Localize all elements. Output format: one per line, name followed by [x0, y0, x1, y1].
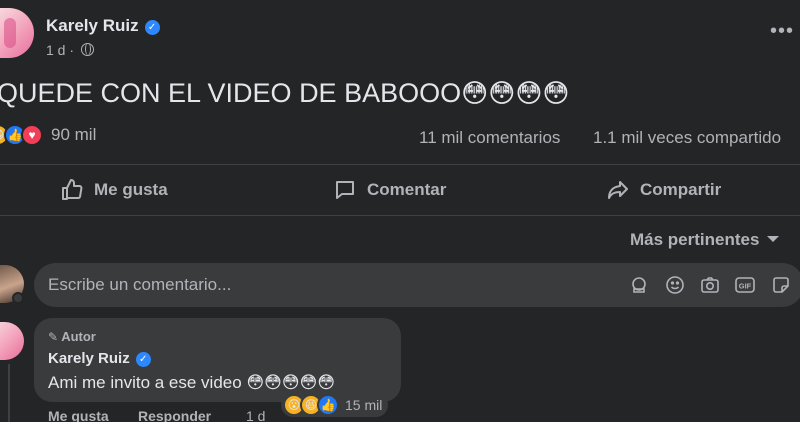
avatar-sticker-icon[interactable]	[628, 274, 650, 296]
post-time-text[interactable]: 1 d ·	[46, 42, 74, 58]
comment-text-body: Ami me invito a ese video	[48, 373, 242, 392]
post-author[interactable]: Karely Ruiz ✓	[46, 16, 160, 36]
reaction-summary[interactable]: 😆 👍 ♥ 90 mil	[0, 124, 96, 146]
comment-reaction-count: 15 mil	[345, 397, 383, 413]
comment-text: Ami me invito a ese video 😳😳😳😳😳	[48, 373, 335, 393]
microphone-icon: ✎	[48, 330, 59, 344]
chevron-down-icon	[767, 236, 780, 242]
share-icon	[606, 178, 630, 202]
author-badge: ✎ Autor	[48, 329, 96, 344]
comment-reply-button[interactable]: Responder	[138, 408, 211, 422]
love-reaction-icon: ♥	[21, 124, 43, 146]
comment-input[interactable]	[48, 273, 608, 297]
post-text: QUEDE CON EL VIDEO DE BABOOO😳😳😳😳	[0, 78, 570, 109]
share-button[interactable]: Compartir	[606, 168, 721, 212]
like-button[interactable]: Me gusta	[60, 168, 168, 212]
more-icon[interactable]: •••	[770, 20, 794, 43]
flushed-emoji-group: 😳😳😳😳	[461, 78, 570, 108]
sticker-icon[interactable]	[770, 274, 792, 296]
comment-composer[interactable]: GIF	[34, 263, 800, 307]
shares-count[interactable]: 1.1 mil veces compartido	[593, 128, 781, 148]
comments-count[interactable]: 11 mil comentarios	[419, 128, 560, 148]
divider	[0, 164, 800, 165]
reaction-count[interactable]: 90 mil	[51, 125, 96, 145]
verified-icon: ✓	[144, 20, 160, 35]
comment-timestamp[interactable]: 1 d	[246, 408, 265, 422]
comment-author[interactable]: Karely Ruiz ✓	[48, 350, 151, 367]
author-badge-label: Autor	[61, 329, 96, 344]
post-text-body: QUEDE CON EL VIDEO DE BABOOO	[0, 78, 462, 108]
flushed-emoji-group: 😳😳😳😳😳	[246, 373, 336, 392]
post-timestamp[interactable]: 1 d ·	[46, 42, 94, 58]
profile-switch-badge[interactable]	[12, 292, 24, 304]
comment-sort-dropdown[interactable]: Más pertinentes	[630, 230, 780, 250]
comment-like-button[interactable]: Me gusta	[48, 408, 109, 422]
comment-icon	[333, 178, 357, 202]
globe-icon	[80, 43, 94, 56]
sort-label: Más pertinentes	[630, 230, 760, 249]
emoji-icon[interactable]	[664, 274, 686, 296]
like-button-label: Me gusta	[94, 180, 168, 199]
thread-line	[8, 364, 10, 422]
share-button-label: Compartir	[640, 180, 722, 199]
post-author-avatar[interactable]	[0, 8, 34, 58]
comment-author-avatar[interactable]	[0, 322, 24, 360]
svg-text:GIF: GIF	[739, 282, 752, 291]
gif-icon[interactable]: GIF	[734, 274, 756, 296]
comment-reaction-summary[interactable]: 😮 😆 👍 15 mil	[281, 393, 389, 417]
like-icon	[60, 178, 84, 202]
comment-button[interactable]: Comentar	[333, 168, 446, 212]
divider	[0, 215, 800, 216]
camera-icon[interactable]	[699, 274, 721, 296]
comment-button-label: Comentar	[367, 180, 447, 199]
post-author-name[interactable]: Karely Ruiz	[46, 16, 139, 35]
verified-icon: ✓	[135, 352, 151, 367]
like-reaction-icon: 👍	[317, 394, 339, 416]
comment-bubble: ✎ Autor Karely Ruiz ✓ Ami me invito a ese…	[34, 318, 401, 402]
comment-author-name[interactable]: Karely Ruiz	[48, 350, 130, 367]
